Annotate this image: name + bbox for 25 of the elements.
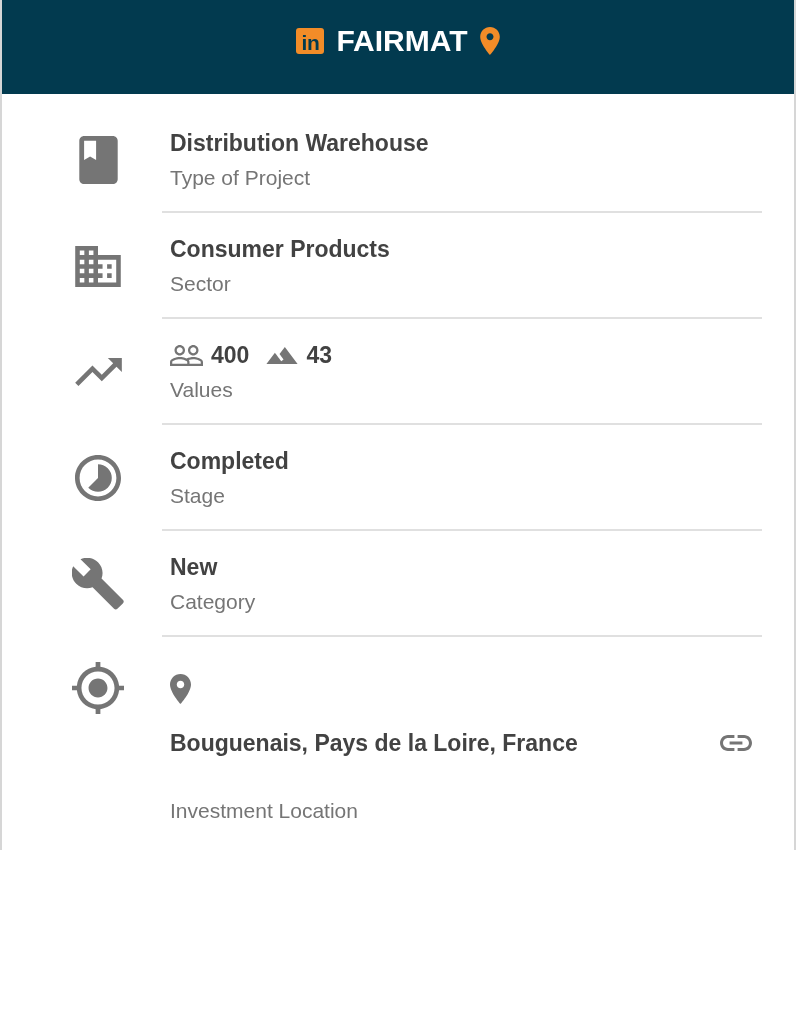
building-icon <box>75 245 121 287</box>
detail-label: Investment Location <box>170 798 359 824</box>
wrench-icon <box>72 558 124 610</box>
detail-value: Consumer Products <box>170 235 391 264</box>
people-icon <box>170 344 203 366</box>
link-icon[interactable] <box>720 735 752 751</box>
detail-value: Distribution Warehouse <box>170 129 430 158</box>
detail-value: New <box>170 553 219 582</box>
logo-badge: in <box>296 28 325 54</box>
detail-value: Completed <box>170 447 290 476</box>
detail-label: Values <box>170 377 234 403</box>
map-pin-icon <box>479 27 500 55</box>
location-value: Bouguenais, Pays de la Loire, France <box>170 729 578 758</box>
detail-label: Stage <box>170 483 226 509</box>
detail-label: Type of Project <box>170 165 312 191</box>
detail-label: Sector <box>170 271 232 297</box>
stat-value: 400 <box>211 341 250 370</box>
header-title: FAIRMAT <box>336 24 468 58</box>
stat-value: 43 <box>306 341 332 370</box>
mountain-icon <box>266 346 299 364</box>
detail-label: Category <box>170 589 257 615</box>
target-icon <box>72 662 124 714</box>
trending-up-icon <box>74 358 122 386</box>
book-icon <box>78 136 118 184</box>
map-pin-icon <box>170 674 191 704</box>
